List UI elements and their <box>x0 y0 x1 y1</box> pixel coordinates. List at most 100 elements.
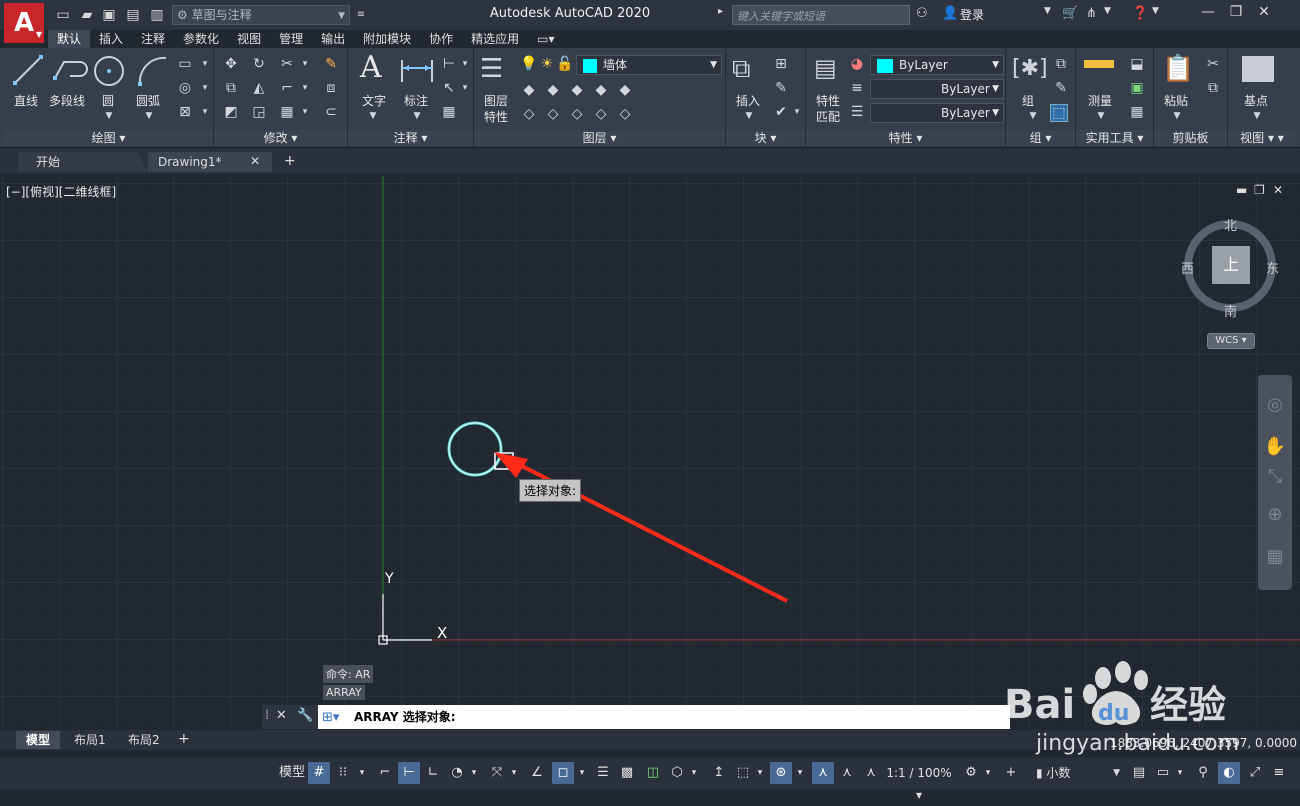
chevron-down-icon[interactable]: ▼ <box>740 108 758 124</box>
selection-cycling-icon[interactable]: ◫ <box>642 762 664 784</box>
chevron-down-icon[interactable]: ▾ <box>456 56 474 72</box>
cut-icon[interactable]: ✂ <box>1204 56 1222 72</box>
viewport-controls-label[interactable]: [−][俯视][二维线框] <box>6 183 116 200</box>
array-icon[interactable]: ▦ <box>278 104 296 120</box>
search-input[interactable]: 键入关键字或短语 <box>732 5 910 25</box>
ortho-mode-icon[interactable]: ∟ <box>422 762 444 784</box>
polar-tracking-icon[interactable]: ◔ <box>446 762 468 784</box>
chevron-down-icon[interactable]: ▼ <box>1044 6 1051 16</box>
layer-tool-icon[interactable]: ◇ <box>544 106 562 122</box>
viewport-minimize-icon[interactable]: ▬ <box>1236 183 1247 197</box>
tab-annotate[interactable]: 注释 <box>132 30 174 48</box>
calculator-icon[interactable]: ▦ <box>1128 104 1146 120</box>
explode-icon[interactable]: ⧈ <box>322 80 340 96</box>
text-button[interactable]: 文字 <box>362 92 386 109</box>
drag-handle-icon[interactable]: ⁞ <box>265 708 269 723</box>
groups-panel-title[interactable]: 组 ▾ <box>1006 130 1075 146</box>
chevron-down-icon[interactable]: ▾ <box>296 80 314 96</box>
close-window-icon[interactable]: ✕ <box>1252 4 1276 20</box>
chevron-down-icon[interactable]: ▾ <box>508 762 520 784</box>
layer-tool-icon[interactable]: ◆ <box>616 82 634 98</box>
compass-north[interactable]: 北 <box>1224 215 1237 234</box>
scale-icon[interactable]: ◲ <box>250 104 268 120</box>
dynamic-input-icon[interactable]: ⊢ <box>398 762 420 784</box>
chevron-down-icon[interactable]: ▼ <box>140 108 158 124</box>
help-icon[interactable]: ❓ <box>1132 6 1148 21</box>
selection-filter-icon[interactable]: ⬚ <box>732 762 754 784</box>
chevron-right-icon[interactable]: ▸ <box>718 6 723 17</box>
tab-home[interactable]: 默认 <box>48 30 91 48</box>
group-edit-icon[interactable]: ✎ <box>1052 80 1070 96</box>
chevron-down-icon[interactable]: ▾ <box>196 56 214 72</box>
tab-output[interactable]: 输出 <box>312 30 354 48</box>
lineweight-toggle-icon[interactable]: ☰ <box>592 762 614 784</box>
clipboard-panel-title[interactable]: 剪贴板 <box>1154 130 1227 146</box>
chevron-down-icon[interactable]: ▾ <box>196 104 214 120</box>
3d-osnap-icon[interactable]: ⬡ <box>666 762 688 784</box>
model-space-button[interactable]: 模型 <box>276 762 308 784</box>
layer-tool-icon[interactable]: ◆ <box>592 82 610 98</box>
chevron-down-icon[interactable]: ▾ <box>688 762 700 784</box>
pan-hand-icon[interactable]: ✋ <box>1262 436 1288 457</box>
rectangle-icon[interactable]: ▭ <box>176 56 194 72</box>
layer-tool-icon[interactable]: ◆ <box>520 82 538 98</box>
copy-icon[interactable]: ⧉ <box>222 80 240 96</box>
line-button[interactable]: 直线 <box>14 92 38 109</box>
layer-tool-icon[interactable]: ◇ <box>616 106 634 122</box>
ribbon-display-toggle[interactable]: ▭▾ <box>528 30 563 48</box>
tab-collaborate[interactable]: 协作 <box>420 30 462 48</box>
offset-icon[interactable]: ⊂ <box>322 104 340 120</box>
draw-panel-title[interactable]: 绘图 ▾ <box>4 130 213 146</box>
minimize-window-icon[interactable]: — <box>1196 4 1220 20</box>
quick-properties-icon[interactable]: ▤ <box>1128 762 1150 784</box>
open-folder-icon[interactable]: ▰ <box>78 5 96 25</box>
chevron-down-icon[interactable]: ▾ <box>456 80 474 96</box>
tab-insert[interactable]: 插入 <box>90 30 132 48</box>
orbit-icon[interactable]: ⊕ <box>1262 504 1288 525</box>
tab-parametric[interactable]: 参数化 <box>174 30 228 48</box>
ungroup-icon[interactable]: ⧉ <box>1052 56 1070 72</box>
group-select-icon[interactable]: ⬚ <box>1050 104 1068 122</box>
customize-wrench-icon[interactable]: 🔧 <box>297 708 313 723</box>
chevron-down-icon[interactable]: ▼ <box>100 108 118 124</box>
chevron-down-icon[interactable]: ▼ <box>408 108 426 124</box>
hatch-icon[interactable]: ◎ <box>176 80 194 96</box>
stretch-icon[interactable]: ◩ <box>222 104 240 120</box>
command-input[interactable]: ARRAY 选择对象: <box>318 705 1010 729</box>
chevron-down-icon[interactable]: ▾ <box>196 80 214 96</box>
network-icon[interactable]: ⋔ <box>1086 6 1097 21</box>
object-snap-tracking-icon[interactable]: ∠ <box>526 762 548 784</box>
snap-mode-icon[interactable]: ⁝⁝ <box>332 762 354 784</box>
plot-icon[interactable]: ▥ <box>148 5 166 25</box>
group-button[interactable]: 组 <box>1022 92 1034 109</box>
match-properties-line2[interactable]: 匹配 <box>816 108 840 125</box>
auto-scale-icon[interactable]: ⋏ <box>836 762 858 784</box>
hardware-acceleration-icon[interactable]: ◐ <box>1218 762 1240 784</box>
chevron-down-icon[interactable]: ▾ <box>576 762 588 784</box>
layer-tool-icon[interactable]: ◇ <box>568 106 586 122</box>
workspace-selector[interactable]: ⚙ 草图与注释 ▼ <box>172 5 350 25</box>
chevron-down-icon[interactable]: ▾ <box>794 762 806 784</box>
color-dropdown[interactable]: ByLayer ▼ <box>870 55 1004 75</box>
isodraft-icon[interactable]: ⤧ <box>486 762 508 784</box>
workspace-gear-icon[interactable]: ⚙ <box>960 762 982 784</box>
paste-button[interactable]: 粘贴 <box>1164 92 1188 109</box>
fillet-icon[interactable]: ⌐ <box>278 80 296 96</box>
layer-tool-icon[interactable]: ◇ <box>592 106 610 122</box>
chevron-down-icon[interactable]: ▾ <box>982 762 994 784</box>
annotation-panel-title[interactable]: 注释 ▾ <box>348 130 473 146</box>
boundary-icon[interactable]: ⊠ <box>176 104 194 120</box>
infer-constraints-icon[interactable]: ⌐ <box>374 762 396 784</box>
new-file-icon[interactable]: ▭ <box>54 5 72 25</box>
object-snap-icon[interactable]: ◻ <box>552 762 574 784</box>
properties-panel-title[interactable]: 特性 ▾ <box>806 130 1005 146</box>
annotation-visibility-icon[interactable]: ⋏ <box>812 762 834 784</box>
chevron-down-icon[interactable]: ▼ <box>1248 108 1266 124</box>
chevron-down-icon[interactable]: ▼ <box>1152 6 1159 16</box>
steering-wheel-icon[interactable]: ◎ <box>1262 394 1288 415</box>
viewport-restore-icon[interactable]: ❐ <box>1254 183 1265 197</box>
tab-layout1[interactable]: 布局1 <box>64 731 116 749</box>
binoculars-icon[interactable]: ⚇ <box>916 6 928 21</box>
chevron-down-icon[interactable]: ▼ <box>1168 108 1186 124</box>
chevron-down-icon[interactable]: ▾ <box>468 762 480 784</box>
